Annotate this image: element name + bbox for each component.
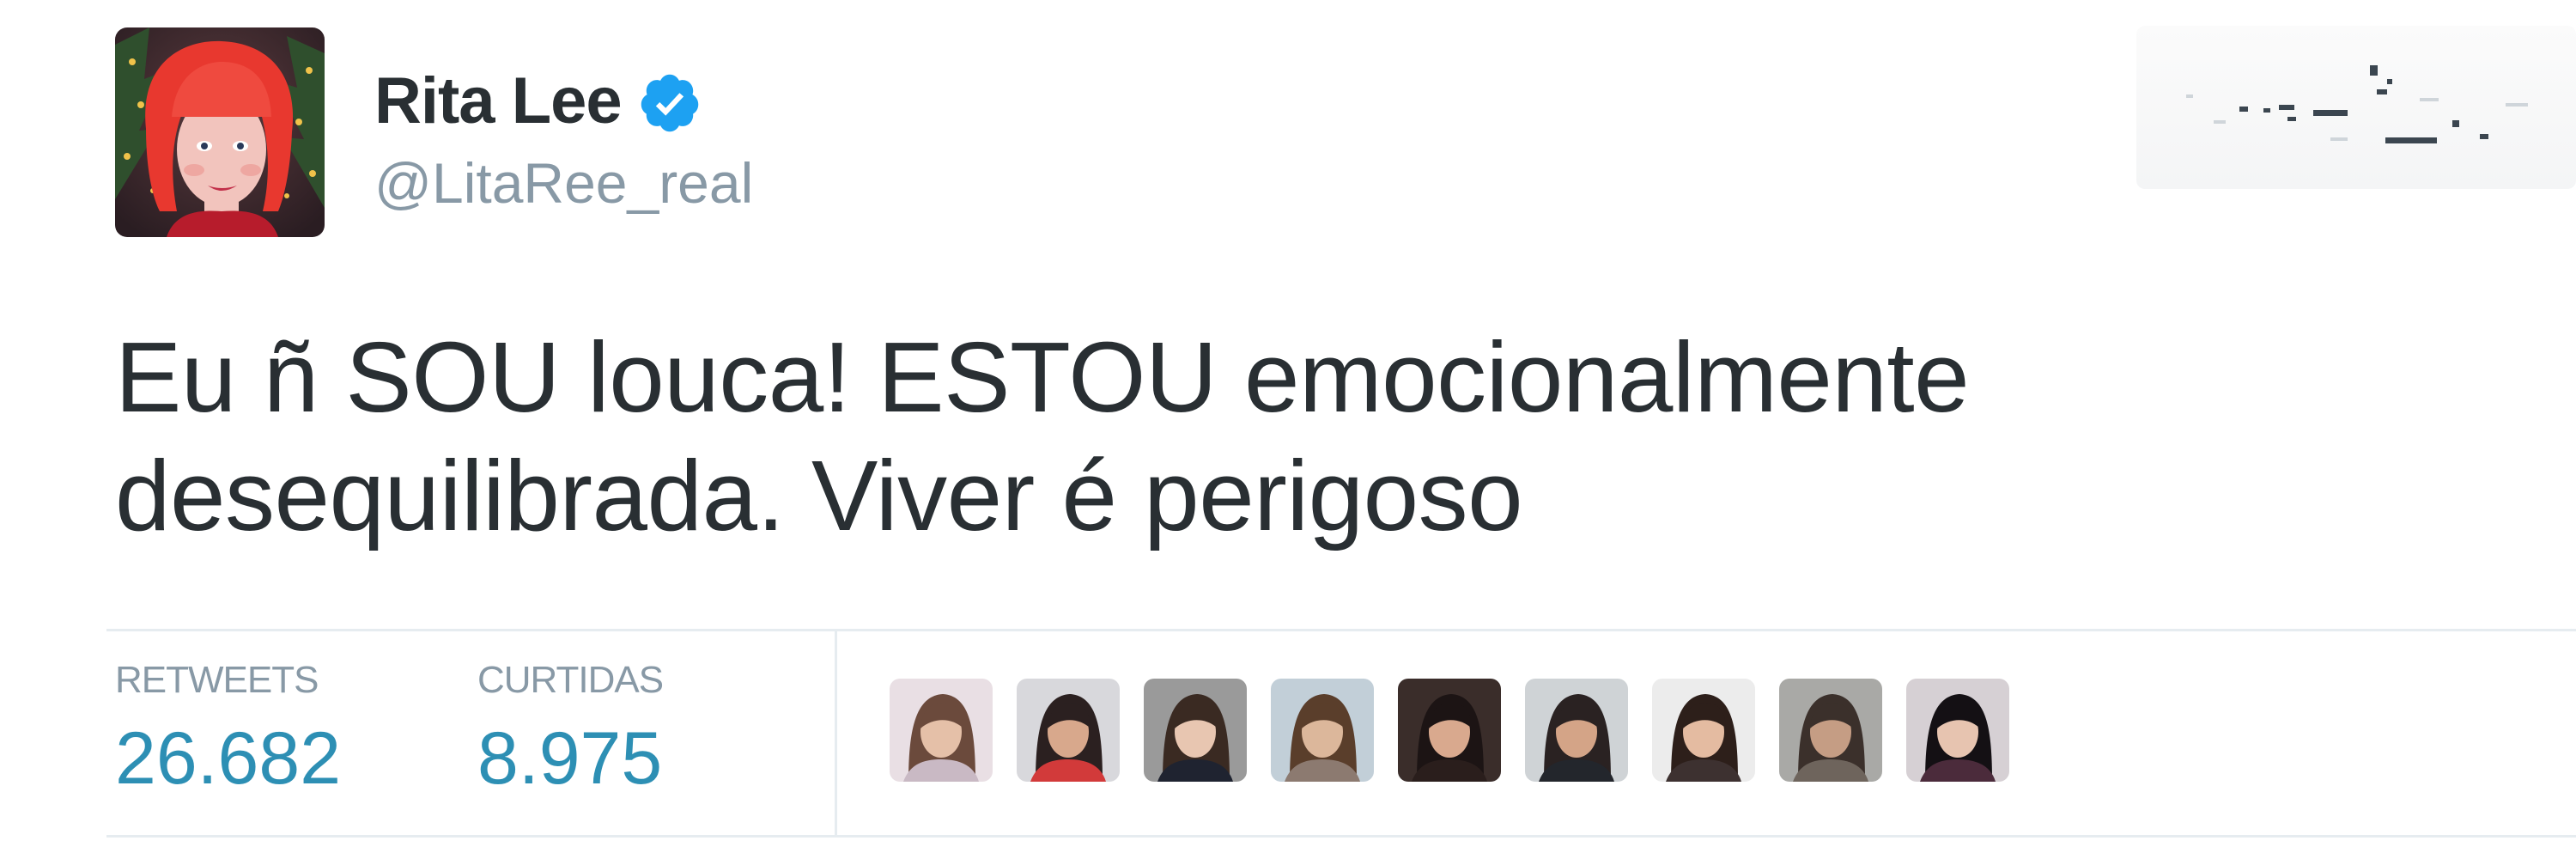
retweets-count: 26.682 (115, 717, 342, 800)
liker-avatar[interactable] (1017, 679, 1120, 782)
liker-avatar-icon (1271, 679, 1374, 782)
liker-avatar[interactable] (1525, 679, 1628, 782)
liker-avatar[interactable] (1906, 679, 2009, 782)
retweets-stat[interactable]: RETWEETS 26.682 (115, 659, 342, 800)
liker-avatar-icon (1144, 679, 1247, 782)
likes-count: 8.975 (477, 717, 663, 800)
liker-avatar[interactable] (890, 679, 993, 782)
liker-avatar[interactable] (1652, 679, 1755, 782)
follow-button[interactable] (2136, 26, 2576, 189)
display-name[interactable]: Rita Lee (374, 69, 623, 134)
likes-stat[interactable]: CURTIDAS 8.975 (477, 659, 664, 800)
stats-divider-top (106, 629, 2576, 631)
verified-badge-icon (641, 74, 698, 132)
liker-avatar[interactable] (1144, 679, 1247, 782)
author-handle[interactable]: @LitaRee_real (374, 155, 753, 211)
liker-avatar-icon (1906, 679, 2009, 782)
author-row: Rita Lee (374, 58, 702, 144)
tweet-text: Eu ñ SOU louca! ESTOU emocionalmente des… (115, 318, 2433, 555)
liker-avatar-icon (890, 679, 993, 782)
stats-divider-vertical (835, 631, 837, 835)
blurred-button-icon (2186, 65, 2528, 143)
retweets-label: RETWEETS (115, 659, 319, 701)
liker-avatar-icon (1525, 679, 1628, 782)
tweet-text-line-2: desequilibrada. Viver é perigoso (115, 440, 1523, 551)
liker-avatar-icon (1398, 679, 1501, 782)
avatar-illustration-icon (115, 27, 325, 237)
avatar[interactable] (115, 27, 325, 237)
liker-avatar[interactable] (1271, 679, 1374, 782)
liker-avatar-icon (1779, 679, 1882, 782)
stats-divider-bottom (106, 835, 2576, 838)
liker-avatar-icon (1652, 679, 1755, 782)
liker-avatars (890, 679, 2009, 782)
liker-avatar-icon (1017, 679, 1120, 782)
liker-avatar[interactable] (1779, 679, 1882, 782)
liker-avatar[interactable] (1398, 679, 1501, 782)
tweet-text-line-1: Eu ñ SOU louca! ESTOU emocionalmente (115, 321, 1970, 433)
likes-label: CURTIDAS (477, 659, 664, 701)
